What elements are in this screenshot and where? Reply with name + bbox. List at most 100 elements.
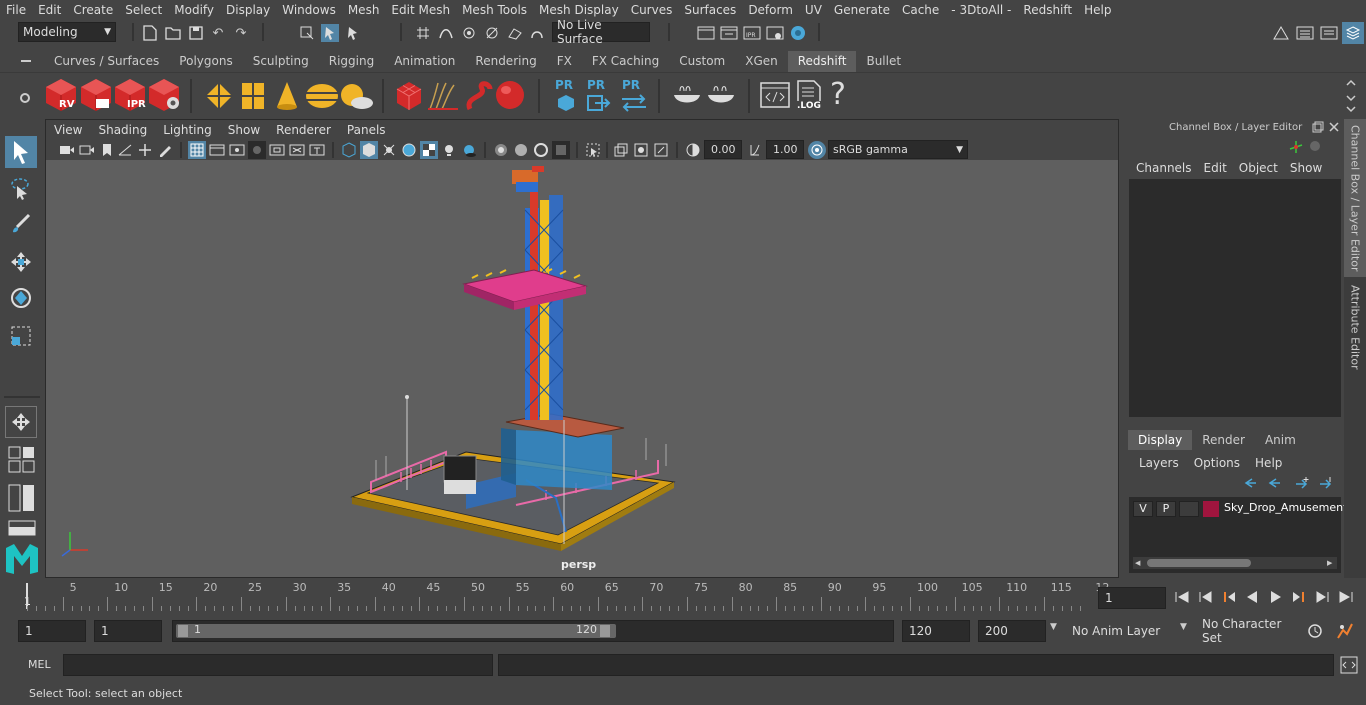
- layer-menu-help[interactable]: Help: [1250, 456, 1292, 470]
- menu-create[interactable]: Create: [67, 3, 119, 17]
- redshift-batch-render-icon[interactable]: [79, 77, 113, 113]
- anti-aliasing-icon[interactable]: [532, 141, 550, 159]
- redshift-sun-sky-icon[interactable]: [338, 79, 374, 113]
- channel-box-menu-edit[interactable]: Edit: [1200, 161, 1235, 175]
- tab-fx[interactable]: FX: [546, 51, 582, 73]
- menu-select[interactable]: Select: [119, 3, 168, 17]
- menu-mesh-tools[interactable]: Mesh Tools: [456, 3, 533, 17]
- xray-components-icon[interactable]: [652, 141, 670, 159]
- range-slider-bar[interactable]: 1 120: [176, 623, 616, 638]
- tab-redshift[interactable]: Redshift: [787, 51, 857, 73]
- menu-cache[interactable]: Cache: [896, 3, 945, 17]
- tab-curves-surfaces[interactable]: Curves / Surfaces: [44, 51, 170, 73]
- gamma-field[interactable]: 1.00: [766, 140, 804, 159]
- viewport-menu-shading[interactable]: Shading: [90, 123, 155, 137]
- character-set-dropdown[interactable]: No Character Set: [1196, 617, 1300, 645]
- shelf-menu-icon[interactable]: [18, 53, 34, 69]
- move-layer-down-icon[interactable]: [1268, 477, 1284, 492]
- new-layer-icon[interactable]: [1294, 476, 1310, 493]
- wireframe-on-shaded-icon[interactable]: [400, 141, 418, 159]
- viewport-menu-panels[interactable]: Panels: [339, 123, 394, 137]
- script-language-label[interactable]: MEL: [28, 658, 51, 671]
- shelf-settings-icon[interactable]: [18, 91, 32, 108]
- select-by-hierarchy-icon[interactable]: [298, 24, 316, 42]
- gamma-icon[interactable]: [746, 141, 764, 159]
- redshift-material-bowl-icon[interactable]: [670, 81, 704, 111]
- redshift-proxy-icon[interactable]: [394, 79, 424, 113]
- new-scene-icon[interactable]: [141, 24, 159, 42]
- channel-list[interactable]: [1129, 179, 1341, 417]
- shelf-scroll-icon[interactable]: [1344, 77, 1358, 115]
- two-d-pan-zoom-icon[interactable]: [136, 141, 154, 159]
- view-transform-dropdown[interactable]: sRGB gamma ▼: [828, 140, 968, 159]
- render-view-icon[interactable]: [697, 24, 715, 42]
- redshift-pr-proxy-export-icon[interactable]: PR: [553, 78, 579, 114]
- grease-pencil-icon[interactable]: [156, 141, 174, 159]
- tab-rendering[interactable]: Rendering: [465, 51, 547, 73]
- select-by-object-icon[interactable]: [321, 24, 339, 42]
- soft-select-icon[interactable]: [5, 406, 37, 438]
- anim-layer-dropdown[interactable]: No Anim Layer: [1066, 620, 1178, 642]
- camera-attributes-icon[interactable]: [78, 141, 96, 159]
- tab-custom[interactable]: Custom: [669, 51, 736, 73]
- wireframe-icon[interactable]: [340, 141, 358, 159]
- redo-icon[interactable]: ↷: [232, 24, 250, 42]
- select-by-component-icon[interactable]: [344, 24, 362, 42]
- redshift-dome-light-icon[interactable]: [304, 79, 340, 113]
- layer-list-scrollbar[interactable]: ◀ ▶: [1133, 557, 1337, 569]
- channel-box-menu-object[interactable]: Object: [1235, 161, 1286, 175]
- redshift-portal-light-icon[interactable]: [238, 79, 268, 113]
- render-frame-icon[interactable]: [720, 24, 738, 42]
- redshift-script-editor-icon[interactable]: [760, 81, 790, 111]
- animation-end-field[interactable]: 200: [978, 620, 1046, 642]
- redshift-material-bowl-2-icon[interactable]: [704, 81, 738, 111]
- resolution-gate-icon[interactable]: [228, 141, 246, 159]
- snap-to-view-plane-icon[interactable]: [483, 24, 501, 42]
- snap-to-point-icon[interactable]: [460, 24, 478, 42]
- tab-render-layers[interactable]: Render: [1192, 430, 1255, 450]
- film-gate-icon[interactable]: [208, 141, 226, 159]
- tab-fx-caching[interactable]: FX Caching: [581, 51, 670, 73]
- use-all-lights-icon[interactable]: [440, 141, 458, 159]
- channel-box-menu-show[interactable]: Show: [1286, 161, 1330, 175]
- script-editor-icon[interactable]: [1340, 656, 1358, 677]
- redshift-render-settings-icon[interactable]: [147, 77, 181, 113]
- tab-bullet[interactable]: Bullet: [856, 51, 912, 73]
- textured-icon[interactable]: [420, 141, 438, 159]
- rotate-tool-icon[interactable]: [5, 282, 37, 314]
- range-end-handle[interactable]: [600, 625, 610, 637]
- menu-curves[interactable]: Curves: [625, 3, 679, 17]
- scroll-right-icon[interactable]: ▶: [1327, 559, 1332, 567]
- tab-rigging[interactable]: Rigging: [318, 51, 385, 73]
- depth-of-field-icon[interactable]: [552, 141, 570, 159]
- scrollbar-thumb[interactable]: [1147, 559, 1251, 567]
- layer-color-swatch[interactable]: [1203, 501, 1219, 517]
- tab-sculpting[interactable]: Sculpting: [242, 51, 319, 73]
- viewport-menu-show[interactable]: Show: [220, 123, 268, 137]
- playback-start-field[interactable]: 1: [94, 620, 162, 642]
- chevron-down-icon[interactable]: ▼: [1180, 622, 1187, 632]
- viewport-menu-lighting[interactable]: Lighting: [155, 123, 220, 137]
- menu-edit-mesh[interactable]: Edit Mesh: [385, 3, 456, 17]
- channel-box-manipulator-icon[interactable]: [1288, 139, 1304, 158]
- viewport-menu-view[interactable]: View: [46, 123, 90, 137]
- side-tab-attribute-editor[interactable]: Attribute Editor: [1344, 281, 1366, 373]
- menu-surfaces[interactable]: Surfaces: [678, 3, 742, 17]
- redshift-render-view-icon[interactable]: RV: [44, 77, 78, 113]
- image-plane-icon[interactable]: [116, 141, 134, 159]
- layer-name[interactable]: Sky_Drop_Amusement: [1224, 501, 1347, 514]
- menu-3dtoall[interactable]: - 3DtoAll -: [945, 3, 1017, 17]
- render-settings-icon[interactable]: [766, 24, 784, 42]
- layer-display-type-toggle[interactable]: [1179, 501, 1199, 517]
- default-material-icon[interactable]: [380, 141, 398, 159]
- color-management-icon[interactable]: [808, 141, 826, 159]
- redshift-hair-icon[interactable]: [426, 79, 460, 113]
- move-layer-up-icon[interactable]: [1244, 477, 1260, 492]
- layout-single-icon[interactable]: [8, 520, 36, 536]
- redshift-area-lights-icon[interactable]: [202, 79, 236, 113]
- play-forward-icon[interactable]: [1268, 590, 1284, 607]
- hypershade-icon[interactable]: [789, 24, 807, 42]
- redshift-log-icon[interactable]: .LOG: [795, 79, 823, 113]
- channel-box-toggle-icon[interactable]: [1342, 22, 1364, 44]
- screen-space-ao-icon[interactable]: [492, 141, 510, 159]
